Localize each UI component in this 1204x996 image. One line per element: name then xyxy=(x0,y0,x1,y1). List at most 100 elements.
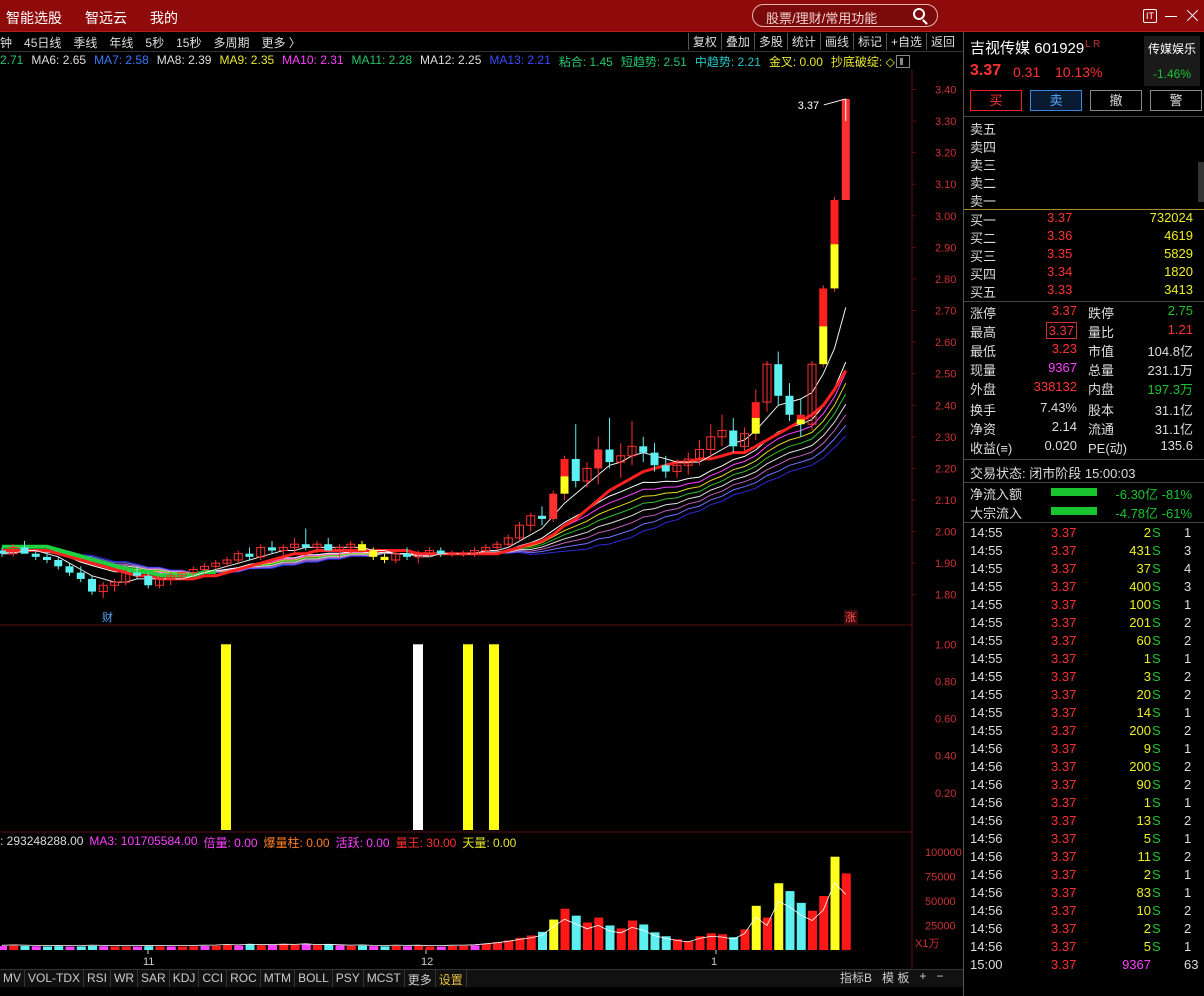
minimize-icon[interactable] xyxy=(1164,9,1178,23)
panel-toggle-icon[interactable] xyxy=(896,55,910,68)
indicator-tab[interactable]: CCI xyxy=(199,970,228,987)
tick-side: S xyxy=(1152,867,1161,882)
indicator-tab[interactable]: ROC xyxy=(227,970,261,987)
tick-time: 14:55 xyxy=(970,651,1003,666)
stat-value: 104.8亿 xyxy=(1147,344,1193,359)
indicator-tab[interactable]: VOL-TDX xyxy=(25,970,85,987)
menu-smart-select[interactable]: 智能选股 xyxy=(6,8,62,28)
cancel-order-button[interactable]: 撤 xyxy=(1090,90,1142,111)
ma-legend-item: 短趋势: 2.51 xyxy=(620,55,687,69)
flow-value-block: -4.78亿 -61% xyxy=(1115,506,1192,521)
order-book-row[interactable]: 买一 3.37 732024 xyxy=(964,210,1204,228)
template-button[interactable]: 模 板 xyxy=(882,969,909,986)
indicator-tab[interactable]: WR xyxy=(111,970,139,987)
period-tab[interactable]: 更多 〉 xyxy=(261,34,300,51)
tick-price: 3.37 xyxy=(1051,957,1077,972)
order-book-row[interactable]: 买三 3.35 5829 xyxy=(964,246,1204,264)
period-tab[interactable]: 钟 xyxy=(0,34,12,51)
volume-bar xyxy=(43,946,52,950)
tick-time: 14:56 xyxy=(970,921,1003,936)
period-tab[interactable]: 多周期 xyxy=(213,34,249,51)
indicator-tab[interactable]: MV xyxy=(0,970,25,987)
chart-action-button[interactable]: 返回 xyxy=(925,33,959,50)
volume-bar xyxy=(256,945,266,950)
chart-action-button[interactable]: 标记 xyxy=(852,33,886,50)
tick-volume: 1 xyxy=(1143,651,1151,666)
close-icon[interactable] xyxy=(1185,9,1199,23)
indicator-tab[interactable]: BOLL xyxy=(295,970,333,987)
period-tab[interactable]: 15秒 xyxy=(176,34,201,51)
tick-count: 2 xyxy=(1184,759,1192,774)
indicator-tab[interactable]: SAR xyxy=(138,970,170,987)
tick-price: 3.37 xyxy=(1051,867,1077,882)
quote-panel: 吉视传媒 601929 L R 传媒娱乐 -1.46% 3.37 0.31 10… xyxy=(963,32,1204,996)
indicator-tab[interactable]: 设置 xyxy=(436,970,467,987)
period-tab[interactable]: 年线 xyxy=(109,34,133,51)
tick-count: 2 xyxy=(1184,615,1192,630)
indicator-tab[interactable]: PSY xyxy=(333,970,364,987)
indicator-b-button[interactable]: 指标B xyxy=(840,969,872,986)
order-book-row[interactable]: 卖五 xyxy=(964,119,1204,137)
ma-legend-item: MA13: 2.21 xyxy=(489,53,551,67)
period-tab[interactable]: 季线 xyxy=(73,34,97,51)
candle-body xyxy=(560,476,569,494)
tick-side: S xyxy=(1152,561,1161,576)
order-book-row[interactable]: 卖四 xyxy=(964,137,1204,155)
period-tab[interactable]: 5秒 xyxy=(145,34,164,51)
sell-button[interactable]: 卖 xyxy=(1030,90,1082,111)
tick-list[interactable]: 14:55 3.37 2 S 1 14:55 3.37 431 S 3 14:55 3.37 37 S 4 1… xyxy=(964,525,1204,975)
order-book-row[interactable]: 卖一 xyxy=(964,191,1204,209)
order-book-row[interactable]: 卖二 xyxy=(964,173,1204,191)
ma-legend-item: 抄底破绽: ◇ xyxy=(830,55,895,69)
indicator-tab[interactable]: KDJ xyxy=(170,970,200,987)
candle-body xyxy=(549,493,558,519)
chart-action-button[interactable]: 画线 xyxy=(819,33,853,50)
tick-volume: 400 xyxy=(1129,579,1151,594)
tick-volume: 37 xyxy=(1136,561,1151,576)
stat-value: 231.1万 xyxy=(1147,363,1193,378)
indicator-tab[interactable]: RSI xyxy=(84,970,112,987)
stat-label: 内盘 xyxy=(1088,382,1115,397)
scrollbar[interactable] xyxy=(1198,162,1204,202)
zoom-in-button[interactable]: + xyxy=(919,969,926,986)
book-price: 3.36 xyxy=(1047,228,1073,243)
order-book-row[interactable]: 卖三 xyxy=(964,155,1204,173)
chart-action-button[interactable]: 统计 xyxy=(786,33,820,50)
trade-status: 交易状态: 闭市阶段 15:00:03 xyxy=(970,466,1136,481)
candle-body xyxy=(76,572,85,579)
chart-action-button[interactable]: +自选 xyxy=(885,33,926,50)
chart-action-button[interactable]: 叠加 xyxy=(720,33,754,50)
month-label: 1 xyxy=(711,956,717,968)
indicator-tab[interactable]: MTM xyxy=(261,970,296,987)
volume-bar xyxy=(650,932,660,950)
last-price: 3.37 xyxy=(970,62,1002,79)
alert-button[interactable]: 警 xyxy=(1150,90,1202,111)
price-axis-label: 2.30 xyxy=(935,432,956,444)
order-book-row[interactable]: 买二 3.36 4619 xyxy=(964,228,1204,246)
tick-count: 3 xyxy=(1184,579,1192,594)
buy-button[interactable]: 买 xyxy=(970,90,1022,111)
book-volume: 3413 xyxy=(1164,282,1193,297)
menu-mine[interactable]: 我的 xyxy=(150,8,178,28)
search-box[interactable]: 股票/理财/常用功能 xyxy=(752,4,938,27)
indicator-tab[interactable]: 更多 xyxy=(405,970,436,987)
chart-action-button[interactable]: 复权 xyxy=(687,33,721,50)
search-icon[interactable] xyxy=(913,8,925,20)
period-tab[interactable]: 45日线 xyxy=(24,34,61,51)
signal-axis-label: 0.20 xyxy=(935,788,956,800)
ma-legend-item: MA8: 2.39 xyxy=(156,53,212,67)
indicator-tab[interactable]: MCST xyxy=(364,970,405,987)
volume-bar xyxy=(403,946,412,950)
menu-smart-cloud[interactable]: 智远云 xyxy=(85,8,127,28)
tick-time: 14:56 xyxy=(970,741,1003,756)
chart-action-button[interactable]: 多股 xyxy=(753,33,787,50)
order-book-row[interactable]: 买五 3.33 3413 xyxy=(964,282,1204,300)
zoom-out-button[interactable]: − xyxy=(936,969,943,986)
candle-body xyxy=(830,200,839,245)
sector-card[interactable]: 传媒娱乐 -1.46% xyxy=(1144,36,1200,86)
volume-bar xyxy=(268,944,277,950)
stat-label: 换手 xyxy=(970,403,997,418)
order-book-row[interactable]: 买四 3.34 1820 xyxy=(964,264,1204,282)
candle-body xyxy=(751,417,760,434)
app-logo-icon[interactable]: IT xyxy=(1143,9,1157,23)
